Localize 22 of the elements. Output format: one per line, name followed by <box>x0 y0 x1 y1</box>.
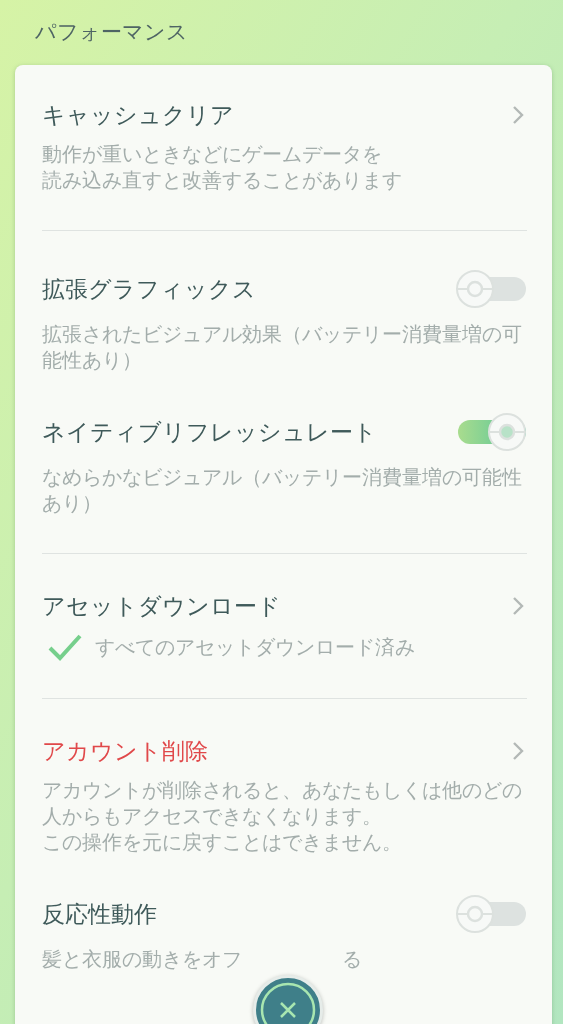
setting-description: この操作を元に戻すことはできません。 <box>42 829 403 855</box>
setting-description: 動作が重いときなどにゲームデータを <box>42 141 383 167</box>
setting-description: 髪と衣服の動きをオフ <box>42 946 242 972</box>
setting-description: なめらかなビジュアル（バッテリー消費量増の可能性あり） <box>42 464 523 516</box>
setting-title[interactable]: ネイティブリフレッシュレート <box>42 417 377 447</box>
setting-title[interactable]: アセットダウンロード <box>42 591 281 621</box>
chevron-right-icon <box>511 595 525 617</box>
setting-title[interactable]: キャッシュクリア <box>42 100 234 130</box>
toggle-switch[interactable] <box>455 268 527 310</box>
setting-title[interactable]: アカウント削除 <box>42 736 208 766</box>
chevron-right-icon <box>511 740 525 762</box>
toggle-switch[interactable] <box>455 893 527 935</box>
setting-title[interactable]: 反応性動作 <box>42 899 157 929</box>
setting-title[interactable]: 拡張グラフィックス <box>42 274 256 304</box>
chevron-right-icon <box>511 104 525 126</box>
section-heading: パフォーマンス <box>35 19 188 46</box>
setting-description: 拡張されたビジュアル効果（バッテリー消費量増の可能性あり） <box>42 321 523 373</box>
setting-description: る <box>342 946 362 972</box>
setting-description: アカウントが削除されると、あなたもしくは他のどの人からもアクセスできなくなります。 <box>42 777 523 829</box>
toggle-switch[interactable] <box>455 411 527 453</box>
status-text: すべてのアセットダウンロード済み <box>95 633 415 661</box>
setting-description: 読み込み直すと改善することがあります <box>42 167 403 193</box>
